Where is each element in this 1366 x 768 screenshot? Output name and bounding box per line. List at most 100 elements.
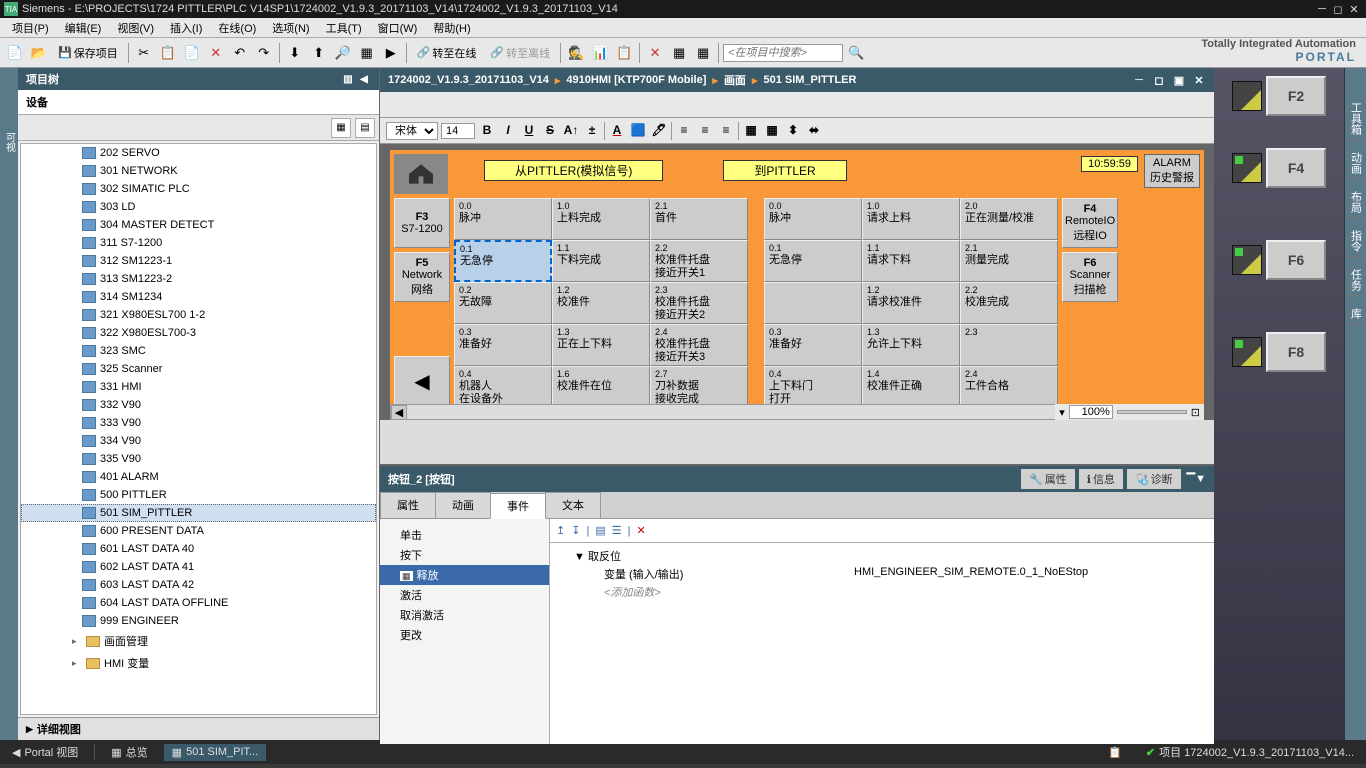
hmi-side-button[interactable]: F5Network网络 [394,252,450,302]
event-item[interactable]: 按下 [380,545,549,565]
signal-cell[interactable]: 1.0请求上料 [862,198,960,240]
tree-item[interactable]: 604 LAST DATA OFFLINE [21,594,376,612]
menu-help[interactable]: 帮助(H) [425,18,478,38]
tree-tool-1[interactable]: ▦ [331,118,351,138]
tree-item[interactable]: 999 ENGINEER [21,612,376,630]
status-project[interactable]: ✔ 项目 1724002_V1.9.3_20171103_V14... [1138,742,1362,762]
editor-float-button[interactable]: ◻ [1152,74,1166,87]
event-param-row[interactable]: 变量 (输入/输出) HMI_ENGINEER_SIM_REMOTE.0_1_N… [554,565,1210,583]
border-color-button[interactable]: 🖊 [650,122,668,140]
zoom-slider[interactable] [1117,410,1187,414]
tree-item[interactable]: 603 LAST DATA 42 [21,576,376,594]
tab-animation[interactable]: 动画 [435,492,491,518]
go-online-button[interactable]: 🔗 转至在线 [411,43,483,63]
tree-item[interactable]: 323 SMC [21,342,376,360]
menu-tools[interactable]: 工具(T) [318,18,370,38]
strike-button[interactable]: S [541,122,559,140]
signal-cell[interactable]: 1.4校准件正确 [862,366,960,408]
hmi-side-button[interactable]: F4RemoteIO远程IO [1062,198,1118,248]
minimize-button[interactable]: ─ [1314,3,1330,15]
align-center-button[interactable]: ≡ [696,122,714,140]
nav-prev-button[interactable]: ◀ [394,356,450,406]
tree-item[interactable]: 311 S7-1200 [21,234,376,252]
event-item[interactable]: 单击 [380,525,549,545]
device-tab[interactable]: 设备 [18,90,379,115]
tree-item[interactable]: 302 SIMATIC PLC [21,180,376,198]
fkey-button[interactable]: F6 [1266,240,1326,280]
signal-cell[interactable]: 2.2校准件托盘接近开关1 [650,240,748,282]
tree-item[interactable]: 332 V90 [21,396,376,414]
go-offline-button[interactable]: 🔗 转至离线 [484,43,556,63]
signal-cell[interactable]: 1.3允许上下料 [862,324,960,366]
status-overview[interactable]: ▦ 总览 [103,742,155,762]
paste-button[interactable]: 📄 [181,42,203,64]
event-up-button[interactable]: ↥ [556,524,565,537]
tree-item[interactable]: 301 NETWORK [21,162,376,180]
signal-cell[interactable]: 0.1无急停 [454,240,552,282]
editor-close-button[interactable]: ✕ [1192,74,1206,87]
status-portal-view[interactable]: ◀ Portal 视图 [4,742,86,762]
signal-cell[interactable]: 2.3 [960,324,1058,366]
event-func-row[interactable]: ▼ 取反位 [554,547,1210,565]
bc-screen[interactable]: 501 SIM_PITTLER [763,74,856,86]
rtab-toolbox[interactable]: 工具箱 [1348,98,1364,140]
signal-cell[interactable]: 1.1下料完成 [552,240,650,282]
tree-item[interactable]: 331 HMI [21,378,376,396]
hmi-side-button[interactable]: F6Scanner扫描枪 [1062,252,1118,302]
tree-pin-button[interactable]: ◀ [357,74,371,85]
rtab-animation[interactable]: 动画 [1348,148,1364,179]
editor-min-button[interactable]: ─ [1132,74,1146,86]
tab-text[interactable]: 文本 [545,492,601,518]
zoom-out-button[interactable]: ▾ [1059,406,1065,419]
signal-cell[interactable]: 1.1请求下料 [862,240,960,282]
signal-cell[interactable]: 0.0脉冲 [454,198,552,240]
props-side-tab-diag[interactable]: 🩺 诊断 [1127,469,1181,489]
tree-item[interactable]: 333 V90 [21,414,376,432]
signal-cell[interactable]: 1.6校准件在位 [552,366,650,408]
tree-item[interactable]: 501 SIM_PITTLER [21,504,376,522]
signal-cell[interactable]: 0.1无急停 [764,240,862,282]
tab-properties[interactable]: 属性 [380,492,436,518]
font-shrink-button[interactable]: ± [583,122,601,140]
save-project-button[interactable]: 💾 保存项目 [52,43,124,63]
rtab-tasks[interactable]: 任务 [1348,265,1364,296]
tree-item[interactable]: 312 SM1223-1 [21,252,376,270]
rtab-layout[interactable]: 布局 [1348,187,1364,218]
font-size-input[interactable] [441,123,475,139]
menu-project[interactable]: 项目(P) [4,18,57,38]
menu-view[interactable]: 视图(V) [109,18,162,38]
tree-item[interactable]: 401 ALARM [21,468,376,486]
bc-folder[interactable]: 画面 [724,72,746,88]
upload-button[interactable]: 🔎 [332,42,354,64]
font-select[interactable]: 宋体 [386,122,438,140]
status-screen-tab[interactable]: ▦ 501 SIM_PIT... [164,744,267,761]
tree-item[interactable]: 335 V90 [21,450,376,468]
bc-project[interactable]: 1724002_V1.9.3_20171103_V14 [388,74,549,86]
redo-button[interactable]: ↷ [253,42,275,64]
tree-item[interactable]: 334 V90 [21,432,376,450]
status-messages[interactable]: 📋 [1100,744,1130,761]
font-grow-button[interactable]: A↑ [562,122,580,140]
signal-cell[interactable]: 0.4上下料门打开 [764,366,862,408]
signal-cell[interactable]: 2.0正在测量/校准 [960,198,1058,240]
open-project-button[interactable]: 📂 [28,42,50,64]
font-color-button[interactable]: A [608,122,626,140]
bold-button[interactable]: B [478,122,496,140]
signal-cell[interactable]: 1.0上料完成 [552,198,650,240]
tree-item[interactable]: 325 Scanner [21,360,376,378]
menu-options[interactable]: 选项(N) [264,18,317,38]
hmi-side-button[interactable]: F3S7-1200 [394,198,450,248]
arrange-button[interactable]: ▦ [742,122,760,140]
run-button[interactable]: ▶ [380,42,402,64]
event-item[interactable]: 激活 [380,585,549,605]
signal-cell[interactable]: 2.4校准件托盘接近开关3 [650,324,748,366]
signal-cell[interactable]: 2.1测量完成 [960,240,1058,282]
tree-folder[interactable]: ▸画面管理 [21,630,376,652]
signal-cell[interactable]: 0.3准备好 [764,324,862,366]
detail-view-bar[interactable]: ▶ 详细视图 [18,717,379,740]
event-add-func-row[interactable]: <添加函数> [554,583,1210,601]
editor-max-button[interactable]: ▣ [1172,74,1186,87]
signal-cell[interactable]: 1.2校准件 [552,282,650,324]
tool-c-button[interactable]: 📋 [613,42,635,64]
signal-cell[interactable]: 2.2校准完成 [960,282,1058,324]
